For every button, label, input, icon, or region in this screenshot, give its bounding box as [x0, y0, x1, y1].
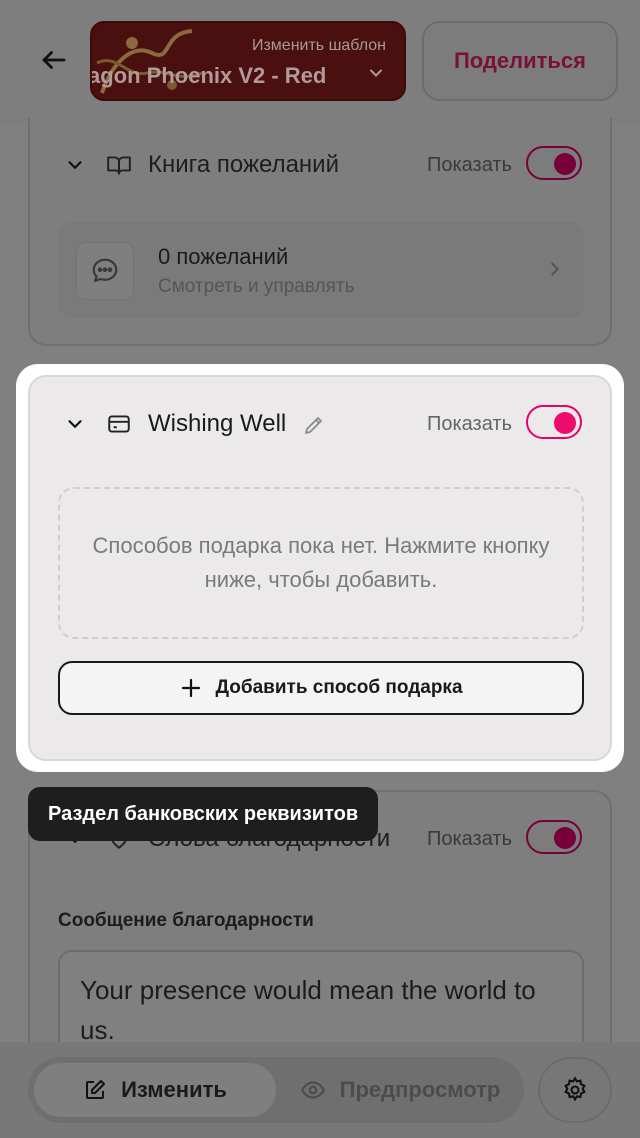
- show-label: Показать: [426, 154, 512, 176]
- section-title: Wishing Well: [148, 410, 287, 437]
- mode-switch: Изменить Предпросмотр: [28, 1057, 524, 1123]
- show-toggle[interactable]: [526, 146, 582, 180]
- dragon-pattern-image: [96, 29, 203, 94]
- chat-bubble-icon: [76, 242, 134, 300]
- template-hint: Изменить шаблон: [251, 37, 386, 54]
- wishbook-header[interactable]: Книга пожеланий Показать: [30, 144, 610, 184]
- gear-icon: [564, 1076, 586, 1102]
- wishes-subtitle: Смотреть и управлять: [158, 276, 355, 297]
- credit-card-icon: [108, 415, 130, 433]
- show-label: Показать: [426, 413, 512, 435]
- wishes-count: 0 пожеланий: [158, 244, 289, 269]
- pencil-icon[interactable]: [302, 413, 326, 437]
- thanks-message-label: Сообщение благодарности: [58, 910, 314, 931]
- top-header: Изменить шаблон agon Phoenix V2 - Red По…: [0, 0, 640, 124]
- eye-icon: [300, 1081, 325, 1099]
- template-selector[interactable]: Изменить шаблон agon Phoenix V2 - Red: [90, 21, 406, 101]
- arrow-left-icon: [42, 51, 66, 69]
- back-button[interactable]: [34, 40, 74, 80]
- chevron-right-icon: [551, 262, 560, 276]
- edit-tab-label: Изменить: [121, 1077, 227, 1102]
- wishbook-section: Книга пожеланий Показать 0 пожеланий Смо…: [28, 118, 612, 346]
- chevron-down-icon[interactable]: [64, 413, 86, 435]
- share-button[interactable]: Поделиться: [422, 21, 618, 101]
- section-title: Книга пожеланий: [148, 151, 339, 178]
- tooltip: Раздел банковских реквизитов: [28, 787, 379, 841]
- show-toggle[interactable]: [526, 405, 582, 439]
- chevron-down-icon[interactable]: [64, 154, 86, 176]
- edit-tab[interactable]: Изменить: [34, 1063, 276, 1117]
- bottom-bar: Изменить Предпросмотр: [0, 1042, 640, 1138]
- show-label: Показать: [426, 828, 512, 850]
- settings-button[interactable]: [538, 1057, 612, 1123]
- toggle-knob: [554, 153, 576, 175]
- plus-icon: [182, 678, 201, 698]
- add-gift-method-label: Добавить способ подарка: [215, 677, 463, 698]
- preview-tab[interactable]: Предпросмотр: [284, 1063, 516, 1117]
- preview-tab-label: Предпросмотр: [339, 1077, 501, 1102]
- book-icon: [107, 156, 131, 175]
- empty-state: Способов подарка пока нет. Нажмите кнопк…: [58, 487, 584, 639]
- wishes-link[interactable]: 0 пожеланий Смотреть и управлять: [58, 222, 584, 318]
- template-name: agon Phoenix V2 - Red: [90, 63, 327, 88]
- show-toggle[interactable]: [526, 820, 582, 854]
- wishing-well-section: Wishing Well Показать Способов подарка п…: [28, 375, 612, 761]
- toggle-knob: [554, 827, 576, 849]
- toggle-knob: [554, 412, 576, 434]
- edit-icon: [86, 1080, 106, 1099]
- wishing-well-header[interactable]: Wishing Well Показать: [30, 403, 610, 443]
- chevron-down-icon: [370, 69, 382, 77]
- add-gift-method-button[interactable]: Добавить способ подарка: [58, 661, 584, 715]
